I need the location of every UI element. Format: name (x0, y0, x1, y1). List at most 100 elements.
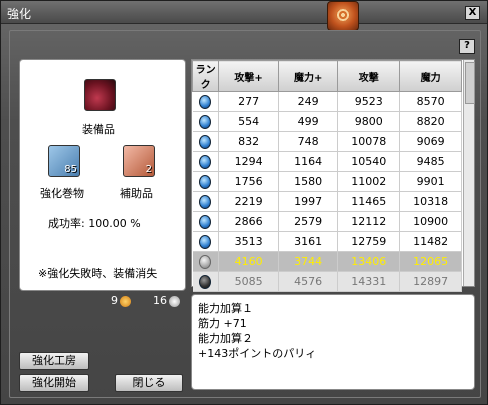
gold-count: 9 (111, 294, 118, 307)
equipment-label: 装備品 (82, 123, 115, 136)
table-row[interactable]: 1294 1164 10540 9485 (192, 151, 462, 172)
cell-atk-plus: 2219 (218, 191, 279, 212)
cell-mag-plus: 2579 (278, 211, 339, 232)
cell-atk-plus: 554 (218, 111, 279, 132)
cell-atk: 11465 (337, 191, 401, 212)
cell-mag: 11482 (399, 231, 462, 252)
cell-atk: 14331 (337, 271, 401, 292)
cell-atk-plus: 1756 (218, 171, 279, 192)
table-row[interactable]: 3513 3161 12759 11482 (192, 231, 462, 252)
cell-mag-plus: 3161 (278, 231, 339, 252)
desc-line: 筋力 +71 (198, 317, 247, 330)
gold-counter: 9 (111, 294, 131, 307)
cell-mag-plus: 1997 (278, 191, 339, 212)
rank-gem-icon (199, 154, 212, 169)
table-scrollbar[interactable] (463, 60, 475, 286)
cell-mag: 9485 (399, 151, 462, 172)
cell-mag: 12897 (399, 271, 462, 292)
desc-line: 能力加算１ (198, 302, 253, 315)
rank-gem-icon (199, 234, 212, 249)
cell-mag: 9901 (399, 171, 462, 192)
cell-mag: 12065 (399, 251, 462, 272)
close-button[interactable]: 閉じる (115, 374, 183, 392)
rank-table-grid: ランク 攻撃+ 魔力+ 攻撃 魔力 277 249 9523 8570 554 499 9… (191, 60, 462, 292)
cell-mag-plus: 3744 (278, 251, 339, 272)
cell-mag-plus: 1164 (278, 151, 339, 172)
cell-atk: 12759 (337, 231, 401, 252)
help-icon[interactable]: ? (459, 39, 475, 54)
workshop-button[interactable]: 強化工房 (19, 352, 89, 370)
close-icon[interactable]: X (465, 6, 480, 20)
cell-mag: 10900 (399, 211, 462, 232)
rank-gem-icon (199, 174, 212, 189)
support-item-label: 補助品 (120, 187, 153, 200)
silver-coin-icon (169, 295, 180, 307)
desc-line: +143ポイントのパリィ (198, 347, 317, 360)
enhance-window: 強化 X ? 装備品 85 強化巻物 2 補助品 成功率: 100.00 % ※… (0, 0, 488, 405)
rank-gem-icon (199, 194, 212, 209)
table-row[interactable]: 832 748 10078 9069 (192, 131, 462, 152)
gold-coin-icon (120, 295, 131, 307)
table-header-row: ランク 攻撃+ 魔力+ 攻撃 魔力 (191, 60, 462, 92)
rank-gem-icon (199, 134, 212, 149)
scroll-count: 85 (64, 164, 77, 175)
table-row[interactable]: 277 249 9523 8570 (192, 91, 462, 112)
support-item-slot[interactable]: 2 (123, 145, 155, 177)
table-row[interactable]: 2866 2579 12112 10900 (192, 211, 462, 232)
table-row[interactable]: 2219 1997 11465 10318 (192, 191, 462, 212)
emblem-icon (327, 1, 359, 31)
cell-atk: 10540 (337, 151, 401, 172)
scrollbar-thumb[interactable] (465, 62, 475, 104)
equipment-slot[interactable] (84, 79, 116, 111)
silver-counter: 16 (153, 294, 180, 307)
rank-gem-icon (199, 274, 212, 289)
cell-atk: 12112 (337, 211, 401, 232)
cell-mag-plus: 1580 (278, 171, 339, 192)
cell-mag: 10318 (399, 191, 462, 212)
cell-atk-plus: 3513 (218, 231, 279, 252)
col-header-mag: 魔力 (399, 60, 462, 92)
rank-gem-icon (199, 114, 212, 129)
cell-mag-plus: 499 (278, 111, 339, 132)
failure-warning: ※強化失敗時、装備消失 (38, 267, 158, 280)
silver-count: 16 (153, 294, 167, 307)
window-title: 強化 (7, 7, 32, 21)
cell-mag-plus: 249 (278, 91, 339, 112)
cell-atk-plus: 832 (218, 131, 279, 152)
cell-atk: 13406 (337, 251, 401, 272)
table-row-selected[interactable]: 4160 3744 13406 12065 (192, 251, 462, 272)
enhance-scroll-slot[interactable]: 85 (48, 145, 80, 177)
rank-gem-icon (199, 214, 212, 229)
result-description: 能力加算１ 筋力 +71 能力加算２ +143ポイントのパリィ (191, 294, 475, 390)
start-enhance-button[interactable]: 強化開始 (19, 374, 89, 392)
desc-line: 能力加算２ (198, 332, 253, 345)
cell-atk: 9800 (337, 111, 401, 132)
col-header-atk-plus: 攻撃+ (218, 60, 279, 92)
table-row[interactable]: 1756 1580 11002 9901 (192, 171, 462, 192)
rank-table: ランク 攻撃+ 魔力+ 攻撃 魔力 277 249 9523 8570 554 499 9… (191, 59, 475, 292)
cell-atk-plus: 277 (218, 91, 279, 112)
col-header-rank: ランク (191, 60, 220, 92)
enhance-scroll-label: 強化巻物 (40, 187, 84, 200)
cell-atk: 10078 (337, 131, 401, 152)
rank-gem-icon (199, 254, 212, 269)
cell-atk-plus: 2866 (218, 211, 279, 232)
rank-gem-icon (199, 94, 212, 109)
success-rate: 成功率: 100.00 % (48, 217, 141, 230)
cell-mag: 9069 (399, 131, 462, 152)
support-count: 2 (145, 164, 152, 175)
cell-mag: 8570 (399, 91, 462, 112)
cell-mag: 8820 (399, 111, 462, 132)
cell-mag-plus: 4576 (278, 271, 339, 292)
cell-atk-plus: 4160 (218, 251, 279, 272)
cell-mag-plus: 748 (278, 131, 339, 152)
table-row-locked[interactable]: 5085 4576 14331 12897 (192, 271, 462, 292)
cell-atk: 9523 (337, 91, 401, 112)
enhance-setup-panel: 装備品 85 強化巻物 2 補助品 成功率: 100.00 % ※強化失敗時、装… (19, 59, 186, 291)
cell-atk: 11002 (337, 171, 401, 192)
col-header-mag-plus: 魔力+ (277, 60, 339, 92)
table-row[interactable]: 554 499 9800 8820 (192, 111, 462, 132)
title-bar[interactable]: 強化 (1, 1, 487, 24)
col-header-atk: 攻撃 (337, 60, 401, 92)
cell-atk-plus: 1294 (218, 151, 279, 172)
